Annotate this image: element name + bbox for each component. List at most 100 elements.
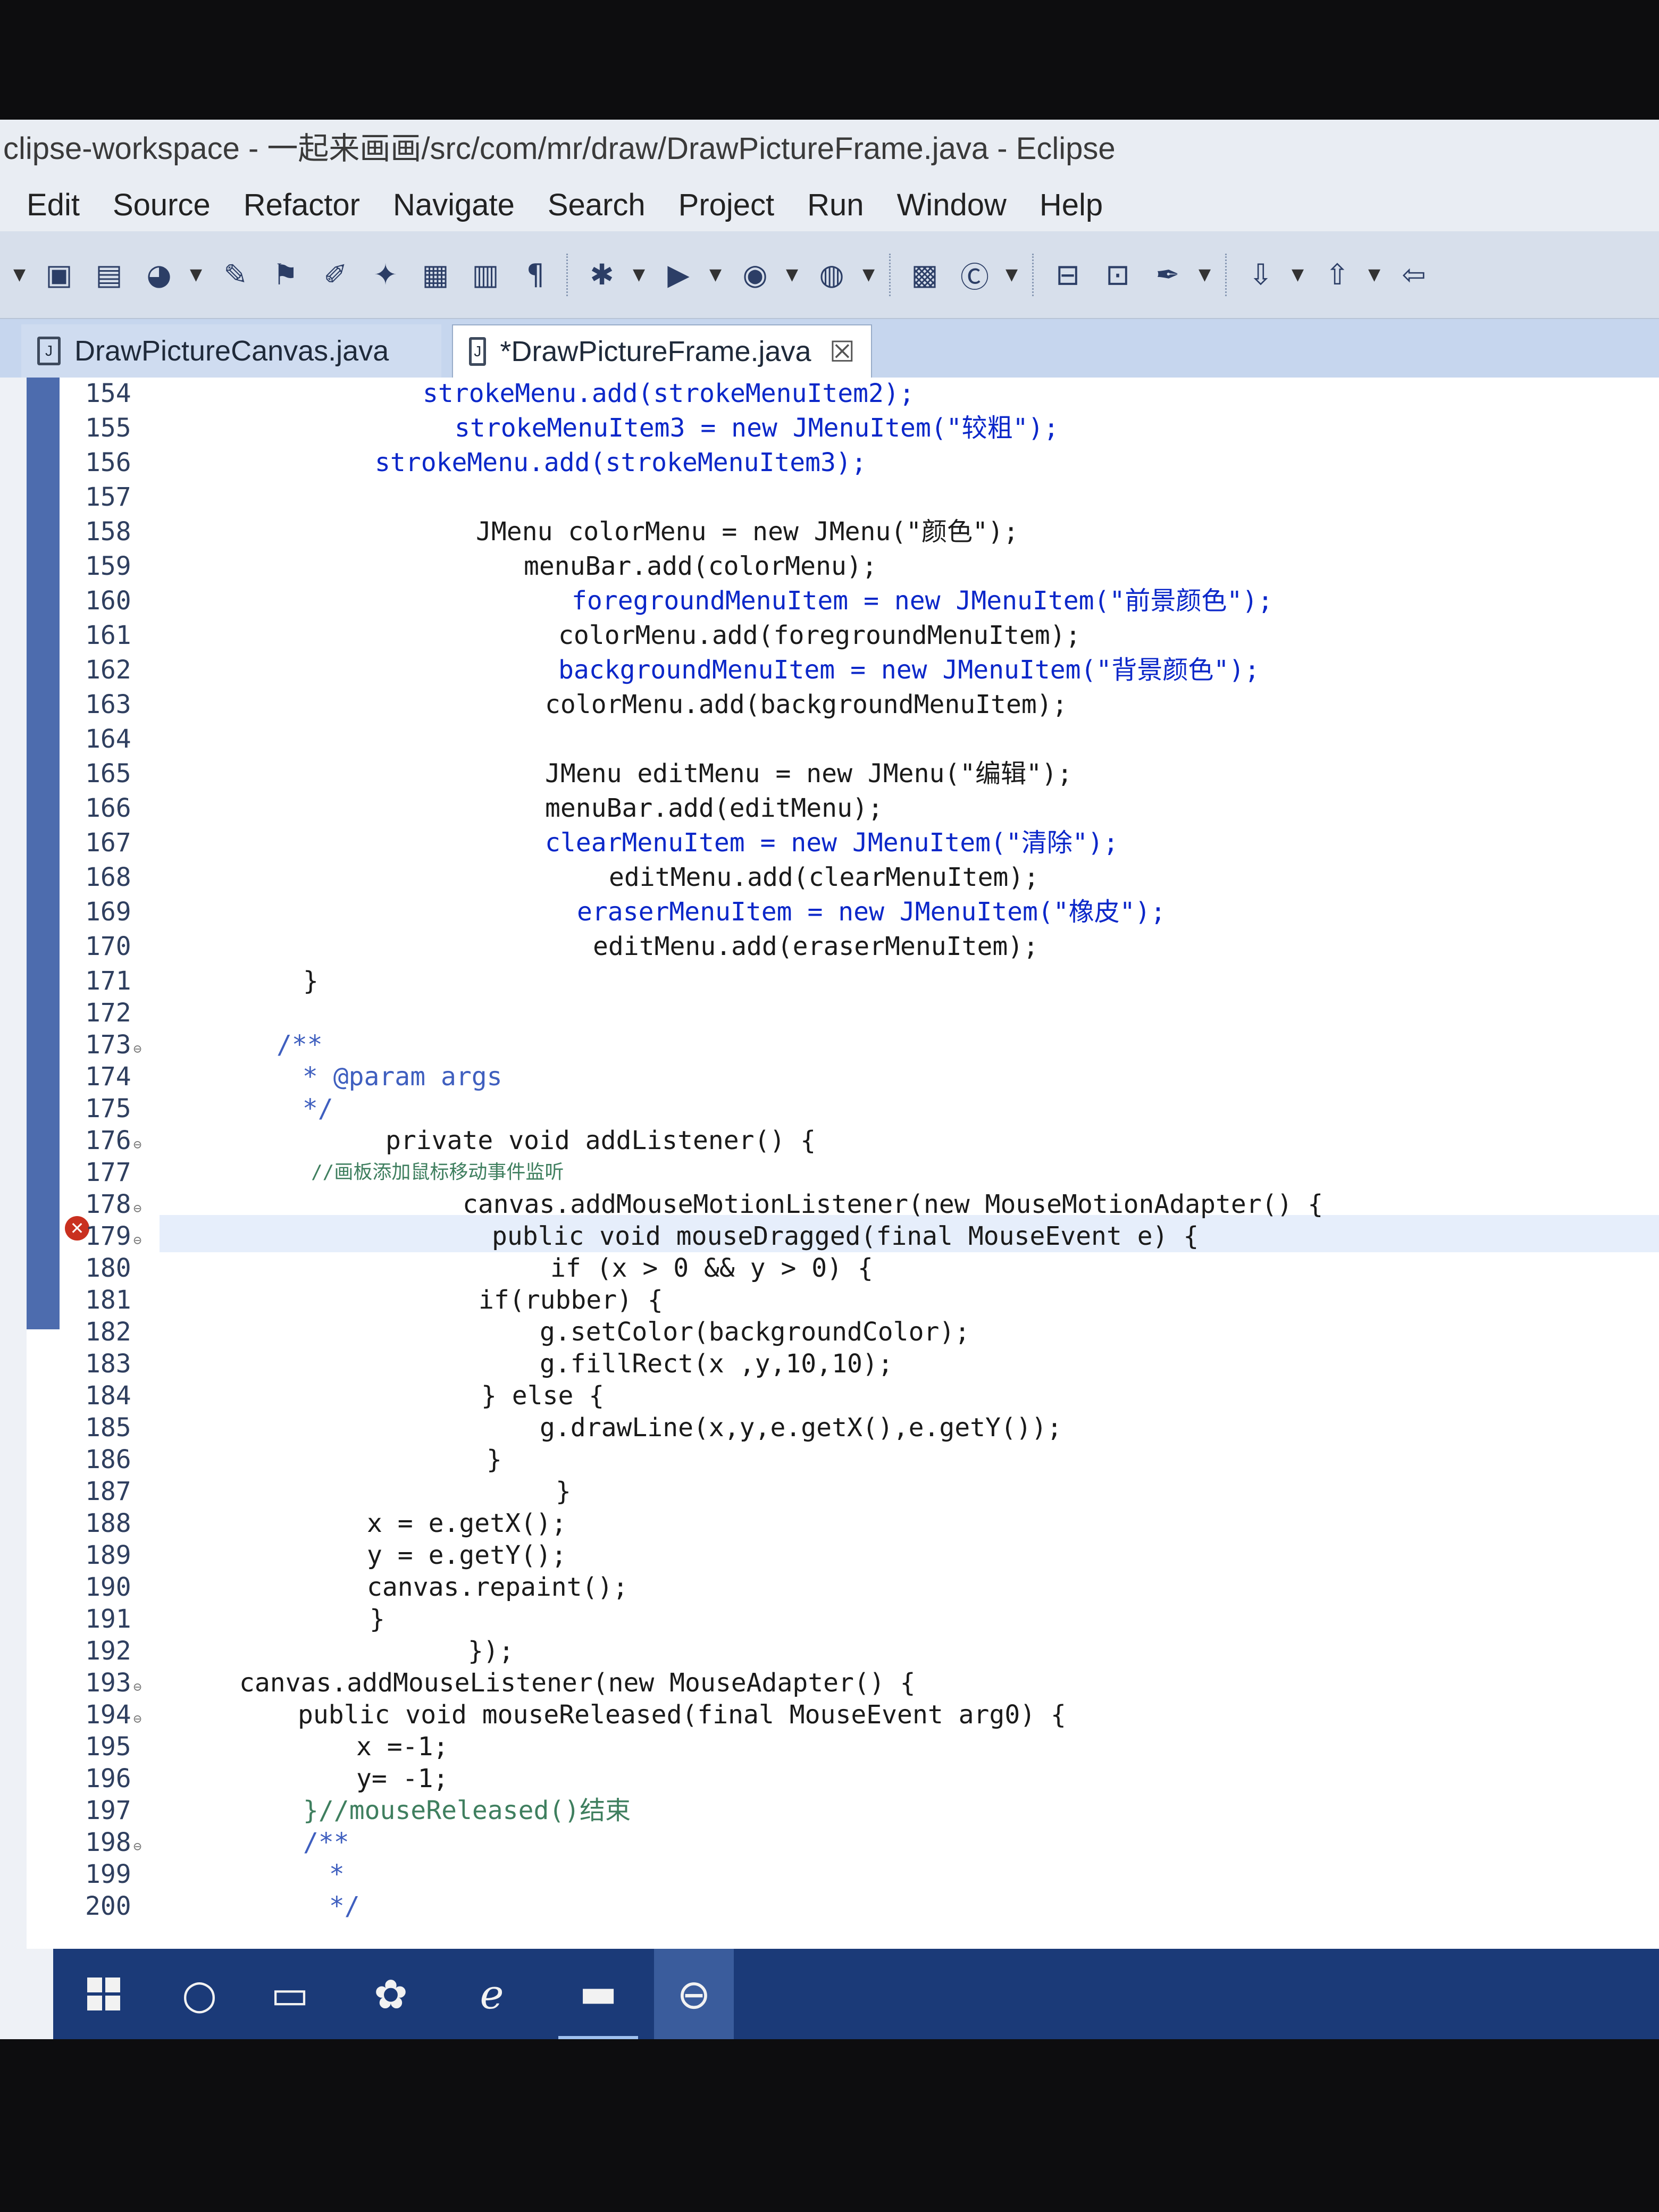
line-number: 194 ⊖ (85, 1699, 141, 1735)
next-annotation-dropdown-icon[interactable]: ▼ (1292, 265, 1305, 284)
line-number: 175 (85, 1094, 131, 1124)
run-dropdown-icon[interactable]: ▼ (709, 265, 723, 284)
highlight-icon[interactable]: ✐ (316, 256, 355, 294)
run-icon[interactable]: ▶ (659, 256, 698, 294)
menu-help[interactable]: Help (1040, 187, 1103, 223)
line-number: 158 (85, 517, 131, 547)
code-line: y = e.getY(); (367, 1540, 567, 1570)
menu-run[interactable]: Run (807, 187, 864, 223)
code-line: } (303, 966, 319, 996)
line-number: 159 (85, 551, 131, 581)
coverage-icon[interactable]: ◉ (736, 256, 774, 294)
save-all-icon[interactable]: ▤ (90, 256, 128, 294)
tab-drawpictureframe[interactable]: J *DrawPictureFrame.java ☒ (452, 324, 872, 378)
toolbar-separator (566, 253, 570, 296)
code-line: strokeMenu.add(strokeMenuItem2); (423, 379, 915, 408)
open-type-icon[interactable]: ▦ (416, 256, 455, 294)
line-number: 180 (85, 1253, 131, 1283)
windows-start-icon[interactable] (64, 1949, 144, 2039)
line-number: 181 (85, 1285, 131, 1315)
tab-drawpicturecanvas[interactable]: J DrawPictureCanvas.java (21, 324, 441, 378)
line-number-value: 179 (85, 1221, 131, 1251)
debug-dropdown-icon[interactable]: ▼ (633, 265, 647, 284)
line-number: 192 (85, 1636, 131, 1666)
new-class-icon[interactable]: Ⓒ (956, 256, 994, 294)
annotations-icon[interactable]: ✦ (366, 256, 405, 294)
menu-edit[interactable]: Edit (27, 187, 80, 223)
line-number: 172 (85, 998, 131, 1028)
fold-collapse-icon[interactable]: ⊖ (133, 1839, 142, 1855)
menu-refactor[interactable]: Refactor (244, 187, 360, 223)
coverage-dropdown-icon[interactable]: ▼ (786, 265, 800, 284)
code-line: */ (287, 1094, 333, 1124)
new-class-dropdown-icon[interactable]: ▼ (1006, 265, 1019, 284)
toolbar-separator (1225, 253, 1229, 296)
line-number: 199 (85, 1859, 131, 1889)
task-view-icon[interactable]: ▭ (250, 1949, 330, 2039)
code-line: */ (314, 1891, 360, 1921)
monitor-screen: clipse-workspace - 一起来画画/src/com/mr/draw… (0, 120, 1659, 2039)
code-line: //画板添加鼠标移动事件监听 (311, 1161, 564, 1183)
fold-collapse-icon[interactable]: ⊖ (133, 1137, 142, 1153)
mark-occurrences-icon[interactable]: ⚑ (266, 256, 305, 294)
line-number: 200 (85, 1891, 131, 1921)
search-dropdown-icon[interactable]: ▼ (1199, 265, 1212, 284)
file-explorer-icon[interactable]: ▬ (558, 1949, 638, 2039)
line-number: 160 (85, 586, 131, 616)
line-number: 185 (85, 1413, 131, 1443)
code-line: g.fillRect(x ,y,10,10); (540, 1349, 893, 1379)
open-resource-icon[interactable]: ¶ (516, 256, 555, 294)
line-number: 189 (85, 1540, 131, 1570)
line-number: 182 (85, 1317, 131, 1347)
line-number-value: 176 (85, 1126, 131, 1155)
fold-collapse-icon[interactable]: ⊖ (133, 1041, 142, 1057)
line-number: 187 (85, 1477, 131, 1506)
fold-collapse-icon[interactable]: ⊖ (133, 1679, 142, 1695)
external-tools-icon[interactable]: ◍ (812, 256, 851, 294)
menu-project[interactable]: Project (678, 187, 775, 223)
app-icon[interactable]: ✿ (351, 1949, 431, 2039)
line-number: 164 (85, 724, 131, 754)
toolbar-dropdown-icon[interactable]: ▼ (13, 265, 27, 284)
line-number: 186 (85, 1445, 131, 1474)
code-line: JMenu editMenu = new JMenu("编辑"); (545, 759, 1073, 789)
new-package-icon[interactable]: ▩ (906, 256, 944, 294)
line-number: 191 (85, 1604, 131, 1634)
eclipse-icon[interactable]: ⊖ (654, 1949, 734, 2039)
menu-window[interactable]: Window (897, 187, 1007, 223)
fold-collapse-icon[interactable]: ⊖ (133, 1201, 142, 1217)
back-icon[interactable]: ⇦ (1395, 256, 1433, 294)
windows-taskbar: ○ ▭ ✿ ℯ ▬ ⊖ (53, 1949, 1659, 2039)
prev-annotation-icon[interactable]: ⇧ (1318, 256, 1356, 294)
external-tools-dropdown-icon[interactable]: ▼ (862, 265, 876, 284)
tab-label: *DrawPictureFrame.java (500, 336, 811, 367)
save-icon[interactable]: ▣ (40, 256, 78, 294)
close-tab-icon[interactable]: ☒ (830, 335, 855, 368)
new-wizard-icon[interactable]: ◕ (140, 256, 178, 294)
code-line: canvas.addMouseMotionListener(new MouseM… (463, 1189, 1323, 1219)
open-folder-icon[interactable]: ⊟ (1049, 256, 1087, 294)
open-project-icon[interactable]: ⊡ (1099, 256, 1137, 294)
prev-annotation-dropdown-icon[interactable]: ▼ (1368, 265, 1382, 284)
menu-search[interactable]: Search (548, 187, 646, 223)
code-line: backgroundMenuItem = new JMenuItem("背景颜色… (558, 655, 1260, 685)
code-line: }); (468, 1636, 514, 1666)
open-task-icon[interactable]: ▥ (466, 256, 505, 294)
edge-icon[interactable]: ℯ (452, 1949, 532, 2039)
code-line: x = e.getX(); (367, 1509, 567, 1538)
search-icon[interactable]: ✒ (1149, 256, 1187, 294)
toolbar-separator (889, 253, 893, 296)
menu-navigate[interactable]: Navigate (393, 187, 515, 223)
next-annotation-icon[interactable]: ⇩ (1242, 256, 1280, 294)
fold-collapse-icon[interactable]: ⊖ (133, 1711, 142, 1727)
toggle-breadcrumb-icon[interactable]: ✎ (216, 256, 255, 294)
code-line: colorMenu.add(foregroundMenuItem); (558, 621, 1081, 650)
line-number: 157 (85, 482, 131, 512)
menu-source[interactable]: Source (113, 187, 211, 223)
debug-icon[interactable]: ✱ (583, 256, 621, 294)
fold-collapse-icon[interactable]: ⊖ (133, 1233, 142, 1249)
line-number: 176 ⊖ (85, 1125, 141, 1161)
new-wizard-dropdown-icon[interactable]: ▼ (190, 265, 204, 284)
cortana-icon[interactable]: ○ (160, 1949, 239, 2039)
code-editor[interactable]: ✕ 154 155 156 157 158 159 160 161 162 16… (27, 378, 1659, 1949)
